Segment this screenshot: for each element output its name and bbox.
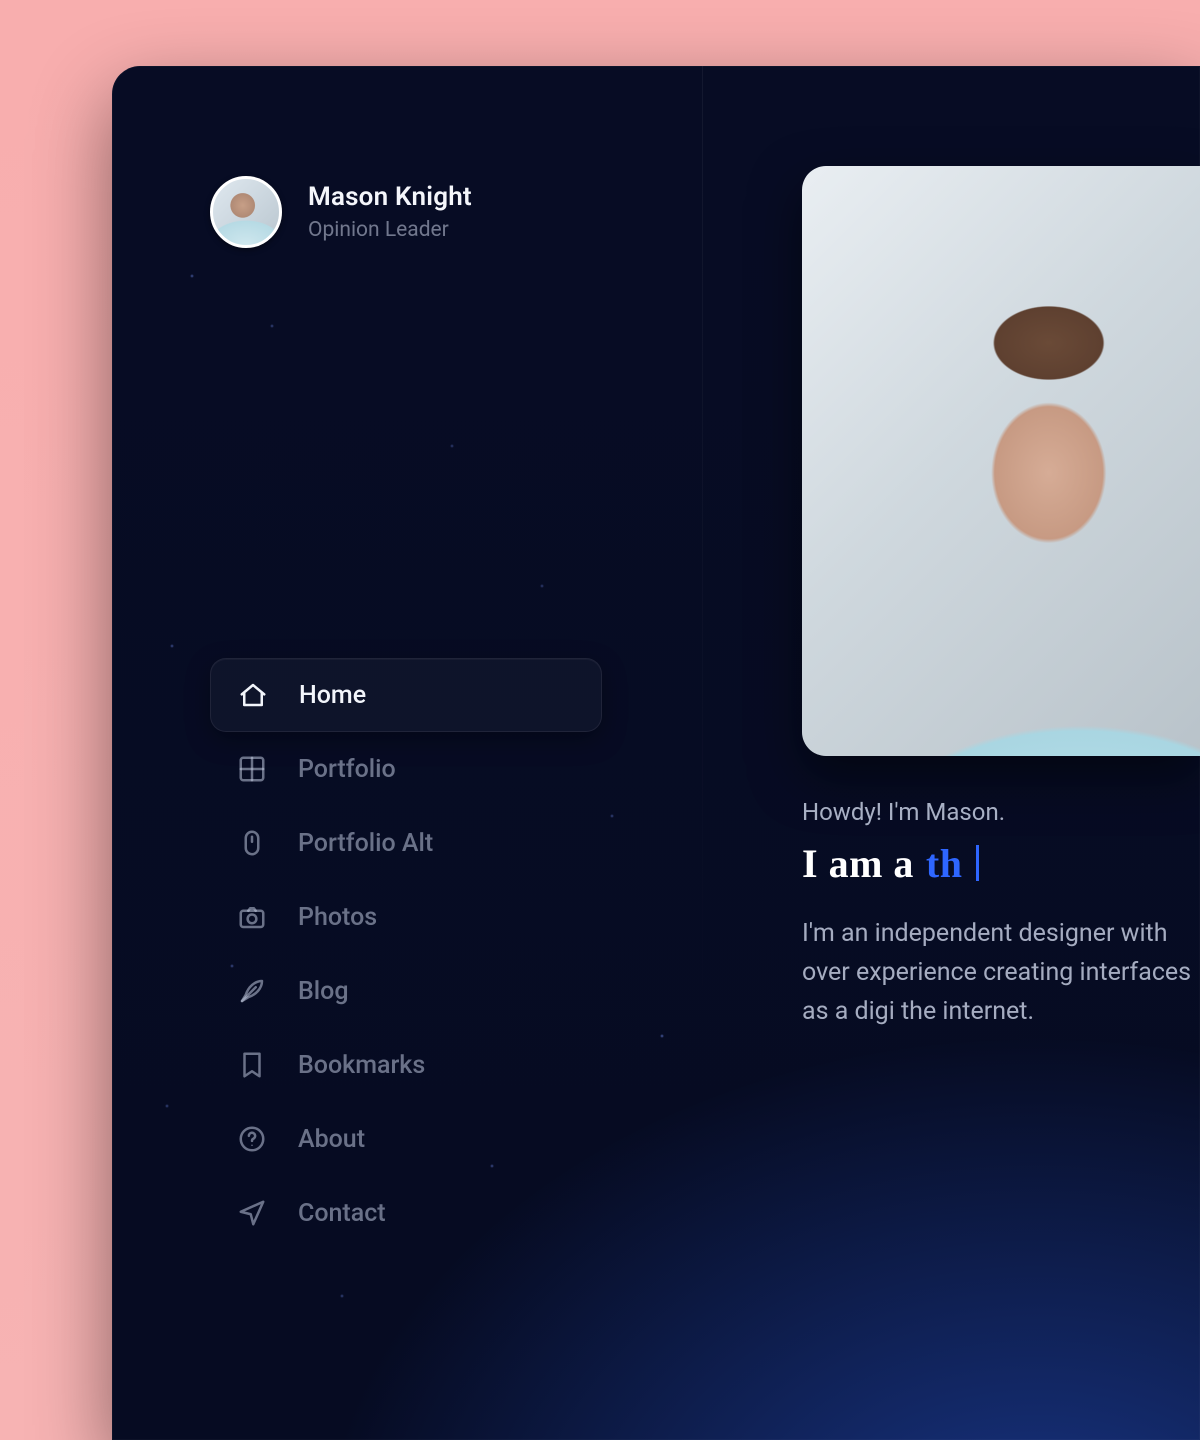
intro-body: I'm an independent designer with over ex… xyxy=(802,915,1200,1031)
headline-prefix: I am a xyxy=(802,840,914,887)
feather-icon xyxy=(236,975,268,1007)
help-icon xyxy=(236,1123,268,1155)
sidebar-item-portfolio[interactable]: Portfolio xyxy=(210,732,602,806)
send-icon xyxy=(236,1197,268,1229)
typing-cursor xyxy=(976,845,979,881)
headline: I am a th xyxy=(802,840,1200,887)
sidebar-item-bookmarks[interactable]: Bookmarks xyxy=(210,1028,602,1102)
sidebar-nav: Home Portfolio Portfolio Alt Photos xyxy=(210,658,602,1250)
sidebar-item-label: Bookmarks xyxy=(298,1051,425,1080)
profile-block[interactable]: Mason Knight Opinion Leader xyxy=(210,176,602,248)
sidebar-item-about[interactable]: About xyxy=(210,1102,602,1176)
sidebar-item-blog[interactable]: Blog xyxy=(210,954,602,1028)
sidebar-divider xyxy=(702,66,703,1440)
sidebar-item-label: Contact xyxy=(298,1199,386,1228)
camera-icon xyxy=(236,901,268,933)
profile-name: Mason Knight xyxy=(308,182,472,212)
sidebar-item-label: Photos xyxy=(298,903,377,932)
sidebar-item-label: Home xyxy=(299,681,366,710)
headline-typed: th xyxy=(926,840,963,887)
sidebar: Mason Knight Opinion Leader Home Portfol… xyxy=(112,66,702,1440)
greeting-text: Howdy! I'm Mason. xyxy=(802,798,1200,826)
intro-block: Howdy! I'm Mason. I am a th I'm an indep… xyxy=(802,798,1200,1031)
home-icon xyxy=(237,679,269,711)
mouse-icon xyxy=(236,827,268,859)
sidebar-item-home[interactable]: Home xyxy=(210,658,602,732)
profile-subtitle: Opinion Leader xyxy=(308,218,472,242)
sidebar-item-contact[interactable]: Contact xyxy=(210,1176,602,1250)
sidebar-item-label: Blog xyxy=(298,977,349,1006)
hero-image xyxy=(802,166,1200,756)
sidebar-item-photos[interactable]: Photos xyxy=(210,880,602,954)
app-window: Mason Knight Opinion Leader Home Portfol… xyxy=(112,66,1200,1440)
sidebar-item-portfolio-alt[interactable]: Portfolio Alt xyxy=(210,806,602,880)
sidebar-item-label: Portfolio xyxy=(298,755,396,784)
sidebar-item-label: Portfolio Alt xyxy=(298,829,433,858)
sidebar-item-label: About xyxy=(298,1125,365,1154)
grid-icon xyxy=(236,753,268,785)
bookmark-icon xyxy=(236,1049,268,1081)
main-content: Howdy! I'm Mason. I am a th I'm an indep… xyxy=(802,166,1200,1440)
avatar[interactable] xyxy=(210,176,282,248)
profile-text: Mason Knight Opinion Leader xyxy=(308,182,472,242)
